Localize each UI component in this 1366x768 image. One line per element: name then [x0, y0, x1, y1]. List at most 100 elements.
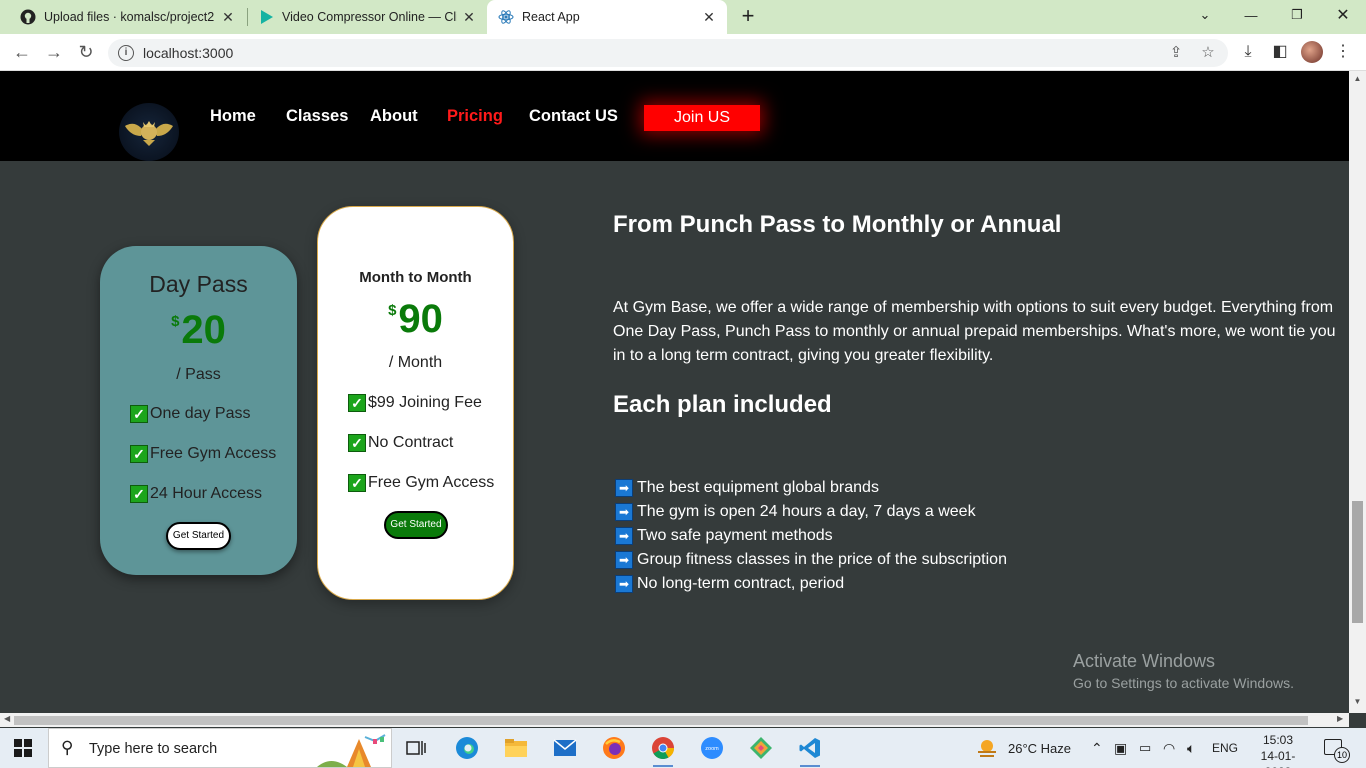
scrollbar-thumb[interactable]	[1352, 501, 1363, 623]
new-tab-button[interactable]: +	[737, 5, 759, 27]
get-started-button[interactable]: Get Started	[384, 511, 448, 539]
clock-date: 14-01-2023	[1260, 749, 1296, 768]
reload-icon[interactable]: ↻	[74, 40, 98, 64]
plan-period: / Pass	[176, 366, 221, 383]
tab-search-chevron-icon[interactable]: ⌄	[1182, 0, 1228, 30]
weather-text: 26°C Haze	[1008, 740, 1072, 756]
plan-card-month-to-month: Month to Month $90 / Month ✓ $99 Joining …	[317, 206, 514, 600]
play-icon	[258, 9, 274, 25]
chrome-icon[interactable]	[649, 734, 677, 767]
profile-avatar[interactable]	[1301, 41, 1323, 63]
vscode-icon[interactable]	[796, 734, 824, 767]
currency-symbol: $	[171, 313, 180, 330]
list-item: ➡ The gym is open 24 hours a day, 7 days …	[613, 500, 1007, 524]
clock-time: 15:03	[1262, 733, 1294, 747]
plan-feature: ✓ Free Gym Access	[130, 445, 276, 463]
bookmark-star-icon[interactable]: ☆	[1199, 44, 1217, 62]
nav-classes[interactable]: Classes	[286, 107, 348, 126]
back-arrow-icon[interactable]: ←	[10, 40, 34, 64]
taskbar-clock[interactable]: 15:03 14-01-2023	[1248, 732, 1308, 768]
get-started-button[interactable]: Get Started	[166, 522, 231, 550]
scroll-left-arrow-icon[interactable]: ◀	[4, 714, 10, 723]
task-view-icon[interactable]	[402, 734, 430, 762]
scroll-down-arrow-icon[interactable]: ▼	[1352, 697, 1363, 706]
file-explorer-icon[interactable]	[502, 734, 530, 762]
download-icon[interactable]: ⤓	[1237, 41, 1259, 63]
address-bar[interactable]: i localhost:3000 ⇪ ☆	[108, 39, 1228, 67]
weather-widget[interactable]: 26°C Haze	[976, 728, 1071, 768]
vertical-scrollbar[interactable]: ▲ ▼	[1349, 71, 1366, 713]
scrollbar-thumb[interactable]	[14, 716, 1308, 725]
search-highlight-illustration	[317, 734, 386, 767]
firefox-icon[interactable]	[600, 734, 628, 762]
close-tab-icon[interactable]: ✕	[220, 9, 236, 25]
haze-weather-icon	[978, 740, 996, 757]
join-us-button[interactable]: Join US	[644, 105, 760, 131]
gym-logo[interactable]	[119, 103, 179, 161]
scroll-up-arrow-icon[interactable]: ▲	[1352, 74, 1363, 83]
nav-home[interactable]: Home	[210, 107, 256, 126]
battery-icon[interactable]: ▭	[1139, 728, 1151, 768]
list-item: ➡ No long-term contract, period	[613, 572, 1007, 596]
plan-feature: ✓ $99 Joining Fee	[348, 394, 482, 412]
list-item: ➡ The best equipment global brands	[613, 476, 1007, 500]
restore-button[interactable]: ❐	[1274, 0, 1320, 30]
watermark-title: Activate Windows	[1073, 651, 1216, 671]
list-item: ➡ Group fitness classes in the price of t…	[613, 548, 1007, 572]
zoom-icon[interactable]: zoom	[698, 734, 726, 762]
site-info-icon[interactable]: i	[118, 45, 134, 61]
watermark-subtitle: Go to Settings to activate Windows.	[1073, 675, 1294, 691]
right-arrow-icon: ➡	[615, 479, 633, 497]
windows-taskbar: ⚲ Type here to search zoom 26°C Haze ⌃ ▣…	[0, 728, 1366, 768]
minimize-button[interactable]: —	[1228, 0, 1274, 30]
close-tab-icon[interactable]: ✕	[461, 9, 477, 25]
plan-feature: ✓ Free Gym Access	[348, 474, 494, 492]
side-panel-icon[interactable]: ◧	[1269, 41, 1291, 63]
react-icon	[498, 9, 514, 25]
plan-price: $90	[318, 297, 513, 342]
share-icon[interactable]: ⇪	[1167, 44, 1185, 62]
tab-video-compressor[interactable]: Video Compressor Online — Clic ✕	[238, 0, 487, 34]
included-heading: Each plan included	[613, 391, 832, 418]
wifi-icon[interactable]: ◠	[1163, 728, 1175, 768]
plan-period: / Month	[388, 354, 443, 371]
close-tab-icon[interactable]: ✕	[701, 9, 717, 25]
show-hidden-icons-chevron-icon[interactable]: ⌃	[1091, 728, 1103, 768]
url-text[interactable]: localhost:3000	[143, 45, 233, 61]
list-item: ➡ Two safe payment methods	[613, 524, 1007, 548]
mail-icon[interactable]	[551, 734, 579, 762]
right-arrow-icon: ➡	[615, 575, 633, 593]
checkmark-icon: ✓	[130, 445, 148, 463]
notification-center-icon[interactable]: 10	[1324, 739, 1350, 763]
nav-about[interactable]: About	[370, 107, 418, 126]
windows-start-icon[interactable]	[14, 739, 32, 757]
nav-contact-us[interactable]: Contact US	[529, 107, 618, 126]
meet-now-icon[interactable]: ▣	[1114, 728, 1127, 768]
checkmark-icon: ✓	[348, 434, 366, 452]
benefits-list: ➡ The best equipment global brands ➡ The g…	[613, 476, 1007, 596]
right-arrow-icon: ➡	[615, 551, 633, 569]
tab-title: Upload files · komalsc/project2	[44, 10, 215, 24]
github-icon	[20, 9, 36, 25]
menu-kebab-icon[interactable]: ⋮	[1332, 41, 1354, 63]
search-placeholder[interactable]: Type here to search	[89, 741, 217, 757]
tab-title: Video Compressor Online — Clic	[282, 10, 457, 24]
volume-icon[interactable]: 🔈︎	[1187, 728, 1195, 768]
gitkraken-icon[interactable]	[747, 734, 775, 762]
forward-arrow-icon[interactable]: →	[42, 40, 66, 64]
checkmark-icon: ✓	[130, 485, 148, 503]
scroll-right-arrow-icon[interactable]: ▶	[1337, 714, 1343, 723]
tab-title: React App	[522, 10, 580, 24]
tab-upload-files[interactable]: Upload files · komalsc/project2 ✕	[0, 0, 246, 34]
taskbar-search-box[interactable]: ⚲ Type here to search	[48, 728, 392, 768]
right-arrow-icon: ➡	[615, 527, 633, 545]
nav-pricing[interactable]: Pricing	[447, 107, 503, 126]
browser-toolbar: ← → ↻ i localhost:3000 ⇪ ☆ ⤓ ◧ ⋮	[0, 34, 1366, 71]
plan-name: Day Pass	[149, 271, 248, 297]
tab-react-app[interactable]: React App ✕	[487, 0, 727, 34]
price-value: 20	[181, 308, 226, 352]
language-indicator[interactable]: ENG	[1212, 728, 1238, 768]
close-window-button[interactable]: ✕	[1320, 0, 1366, 30]
horizontal-scrollbar[interactable]: ◀ ▶	[0, 713, 1349, 727]
edge-icon[interactable]	[453, 734, 481, 762]
